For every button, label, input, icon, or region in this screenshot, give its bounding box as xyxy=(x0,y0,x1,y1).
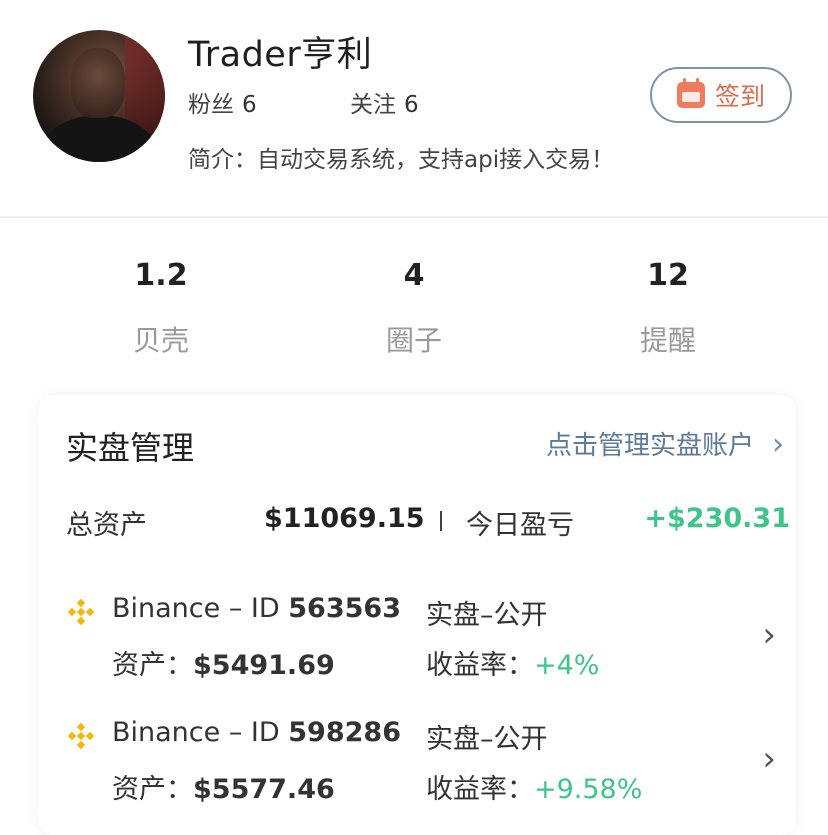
shells-counter[interactable]: 1.2 贝壳 xyxy=(61,258,261,359)
checkin-button[interactable]: 签到 xyxy=(650,67,792,123)
username: Trader亨利 xyxy=(188,35,373,75)
stats-row: 1.2 贝壳 4 圈子 12 提醒 xyxy=(0,218,828,388)
reminders-counter[interactable]: 12 提醒 xyxy=(568,258,768,359)
reminders-label: 提醒 xyxy=(639,324,696,357)
avatar-face xyxy=(71,48,125,118)
account-type: 实盘–公开 xyxy=(426,600,548,631)
shells-value: 1.2 xyxy=(134,258,188,293)
bio: 简介：自动交易系统，支持api接入交易！ xyxy=(188,147,615,173)
asset-label: 资产： xyxy=(112,650,193,681)
today-pnl-value: +$230.31 xyxy=(644,503,790,534)
followers-stat[interactable]: 粉丝 6 xyxy=(188,85,257,119)
chevron-right-icon: › xyxy=(762,615,776,655)
total-assets-label: 总资产 xyxy=(66,510,147,541)
binance-icon xyxy=(68,723,94,749)
account-id: 598286 xyxy=(288,717,401,748)
asset-summary: 总资产 $11069.15 今日盈亏 +$230.31 xyxy=(66,503,790,543)
account-asset: 资产：$5577.46 xyxy=(112,767,335,806)
asset-label: 资产： xyxy=(112,774,193,805)
yield-label: 收益率： xyxy=(426,774,534,805)
checkin-label: 签到 xyxy=(714,82,765,111)
calendar-icon xyxy=(676,78,705,108)
following-stat[interactable]: 关注 6 xyxy=(350,85,419,119)
asset-value: $5577.46 xyxy=(193,774,335,805)
account-id: 563563 xyxy=(288,593,401,624)
account-row[interactable]: Binance – ID 563563 实盘–公开 资产：$5491.69 收益… xyxy=(66,593,786,693)
today-pnl-label: 今日盈亏 xyxy=(466,510,574,541)
asset-value: $5491.69 xyxy=(193,650,335,681)
account-yield: 收益率：+9.58% xyxy=(426,767,642,806)
account-type: 实盘–公开 xyxy=(426,724,548,755)
manage-accounts-link[interactable]: 点击管理实盘账户 › xyxy=(545,425,784,462)
profile-header: Trader亨利 粉丝 6 关注 6 简介：自动交易系统，支持api接入交易！ 签到 xyxy=(0,0,828,216)
circles-counter[interactable]: 4 圈子 xyxy=(314,258,514,359)
binance-icon xyxy=(68,599,94,625)
account-name: Binance – ID 598286 xyxy=(112,717,401,748)
account-yield: 收益率：+4% xyxy=(426,643,599,682)
exchange-label: Binance – ID xyxy=(112,593,289,624)
live-trading-card: 实盘管理 点击管理实盘账户 › 总资产 $11069.15 今日盈亏 +$230… xyxy=(38,395,796,835)
yield-value: +9.58% xyxy=(534,774,643,805)
followers-count: 6 xyxy=(242,92,257,118)
account-asset: 资产：$5491.69 xyxy=(112,643,335,682)
following-count: 6 xyxy=(404,92,419,118)
exchange-label: Binance – ID xyxy=(112,717,289,748)
total-assets-value: $11069.15 xyxy=(264,503,425,534)
yield-label: 收益率： xyxy=(426,650,534,681)
chevron-right-icon: › xyxy=(772,427,784,462)
manage-link-label: 点击管理实盘账户 xyxy=(545,431,754,461)
reminders-value: 12 xyxy=(647,258,689,293)
circles-label: 圈子 xyxy=(385,324,442,357)
shells-label: 贝壳 xyxy=(132,324,189,357)
account-name: Binance – ID 563563 xyxy=(112,593,401,624)
yield-value: +4% xyxy=(534,650,600,681)
card-title: 实盘管理 xyxy=(66,429,195,467)
circles-value: 4 xyxy=(403,258,425,293)
summary-separator xyxy=(440,511,442,531)
account-row[interactable]: Binance – ID 598286 实盘–公开 资产：$5577.46 收益… xyxy=(66,717,786,817)
avatar[interactable] xyxy=(33,30,165,162)
following-label: 关注 xyxy=(350,92,396,118)
followers-label: 粉丝 xyxy=(188,92,234,118)
chevron-right-icon: › xyxy=(762,739,776,779)
